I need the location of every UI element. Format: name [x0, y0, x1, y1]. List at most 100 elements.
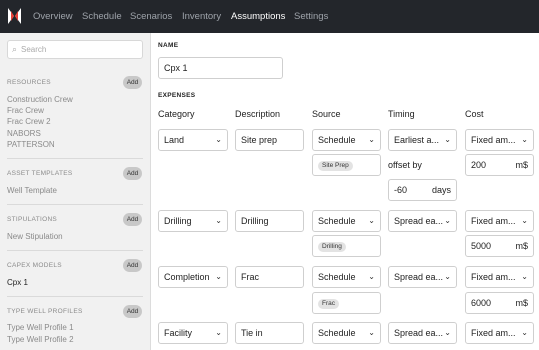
- top-nav-bar: Overview Schedule Scenarios Inventory As…: [0, 0, 539, 33]
- cost-type-select[interactable]: Fixed am... ⌄: [465, 322, 534, 344]
- section-title-capex-models: CAPEX MODELS: [7, 262, 62, 269]
- category-select[interactable]: Drilling ⌄: [158, 210, 228, 232]
- chevron-down-icon: ⌄: [368, 328, 375, 337]
- divider: [7, 158, 143, 159]
- sidebar-item-cpx-1[interactable]: Cpx 1: [7, 278, 28, 287]
- source-value: Schedule: [318, 272, 356, 282]
- category-value: Land: [164, 135, 185, 145]
- cost-input[interactable]: 200 m$: [465, 154, 534, 176]
- cost-type-value: Fixed am...: [471, 328, 516, 338]
- source-select[interactable]: Schedule ⌄: [312, 322, 381, 344]
- source-value: Schedule: [318, 328, 356, 338]
- section-title-resources: RESOURCES: [7, 79, 51, 86]
- sidebar-item-frac-crew[interactable]: Frac Crew: [7, 106, 44, 115]
- add-stipulation-button[interactable]: Add: [123, 213, 142, 226]
- schedule-tag-field[interactable]: Site Prep: [312, 154, 381, 176]
- expenses-label: EXPENSES: [158, 92, 196, 99]
- offset-unit: days: [431, 185, 451, 195]
- tab-assumptions[interactable]: Assumptions: [231, 11, 285, 22]
- name-input[interactable]: Cpx 1: [158, 57, 283, 79]
- sidebar-item-type-well-profile-2[interactable]: Type Well Profile 2: [7, 335, 74, 344]
- add-asset-template-button[interactable]: Add: [123, 167, 142, 180]
- add-resource-button[interactable]: Add: [123, 76, 142, 89]
- tab-inventory[interactable]: Inventory: [182, 11, 221, 22]
- cost-input[interactable]: 6000 m$: [465, 292, 534, 314]
- cost-value: 200: [471, 160, 487, 170]
- timing-value: Spread ea...: [394, 328, 444, 338]
- category-select[interactable]: Completion ⌄: [158, 266, 228, 288]
- source-select[interactable]: Schedule ⌄: [312, 210, 381, 232]
- schedule-tag-field[interactable]: Frac: [312, 292, 381, 314]
- section-title-type-well-profiles: TYPE WELL PROFILES: [7, 308, 83, 315]
- chevron-down-icon: ⌄: [444, 328, 451, 337]
- description-input[interactable]: Drilling: [235, 210, 304, 232]
- chevron-down-icon: ⌄: [521, 135, 528, 144]
- schedule-tag-chip[interactable]: Site Prep: [318, 161, 353, 171]
- timing-value: Earliest a...: [394, 135, 440, 145]
- column-header-description: Description: [235, 109, 281, 119]
- divider: [7, 296, 143, 297]
- description-input[interactable]: Frac: [235, 266, 304, 288]
- category-select[interactable]: Land ⌄: [158, 129, 228, 151]
- source-value: Schedule: [318, 135, 356, 145]
- cost-unit: m$: [515, 241, 528, 251]
- tab-schedule[interactable]: Schedule: [82, 11, 122, 22]
- source-select[interactable]: Schedule ⌄: [312, 266, 381, 288]
- cost-unit: m$: [515, 160, 528, 170]
- cost-input[interactable]: 5000 m$: [465, 235, 534, 257]
- timing-select[interactable]: Spread ea... ⌄: [388, 210, 457, 232]
- chevron-down-icon: ⌄: [368, 135, 375, 144]
- cost-type-value: Fixed am...: [471, 135, 516, 145]
- category-value: Drilling: [164, 216, 192, 226]
- add-capex-model-button[interactable]: Add: [123, 259, 142, 272]
- logo-icon[interactable]: [7, 6, 22, 26]
- sidebar-item-patterson[interactable]: PATTERSON: [7, 140, 55, 149]
- search-input[interactable]: [21, 42, 139, 57]
- cost-type-select[interactable]: Fixed am... ⌄: [465, 129, 534, 151]
- sidebar-item-construction-crew[interactable]: Construction Crew: [7, 95, 73, 104]
- timing-value: Spread ea...: [394, 216, 444, 226]
- timing-select[interactable]: Spread ea... ⌄: [388, 266, 457, 288]
- schedule-tag-chip[interactable]: Drilling: [318, 242, 346, 252]
- chevron-down-icon: ⌄: [215, 135, 222, 144]
- sidebar-item-type-well-profile-1[interactable]: Type Well Profile 1: [7, 323, 74, 332]
- source-value: Schedule: [318, 216, 356, 226]
- sidebar: ⌕ RESOURCES Add Construction Crew Frac C…: [0, 33, 151, 350]
- category-value: Facility: [164, 328, 193, 338]
- tab-settings[interactable]: Settings: [294, 11, 328, 22]
- schedule-tag-field[interactable]: Drilling: [312, 235, 381, 257]
- add-type-well-profile-button[interactable]: Add: [123, 305, 142, 318]
- cost-type-value: Fixed am...: [471, 216, 516, 226]
- cost-type-value: Fixed am...: [471, 272, 516, 282]
- description-input[interactable]: Site prep: [235, 129, 304, 151]
- chevron-down-icon: ⌄: [215, 328, 222, 337]
- category-value: Completion: [164, 272, 210, 282]
- column-header-category: Category: [158, 109, 195, 119]
- main-panel: NAME Cpx 1 EXPENSES Category Description…: [151, 33, 539, 350]
- timing-select[interactable]: Earliest a... ⌄: [388, 129, 457, 151]
- tab-overview[interactable]: Overview: [33, 11, 73, 22]
- chevron-down-icon: ⌄: [444, 135, 451, 144]
- sidebar-item-new-stipulation[interactable]: New Stipulation: [7, 232, 63, 241]
- cost-value: 6000: [471, 298, 492, 308]
- category-select[interactable]: Facility ⌄: [158, 322, 228, 344]
- schedule-tag-chip[interactable]: Frac: [318, 299, 339, 309]
- cost-type-select[interactable]: Fixed am... ⌄: [465, 266, 534, 288]
- column-header-cost: Cost: [465, 109, 484, 119]
- chevron-down-icon: ⌄: [215, 272, 222, 281]
- offset-label: offset by: [388, 160, 422, 170]
- sidebar-item-well-template[interactable]: Well Template: [7, 186, 57, 195]
- timing-select[interactable]: Spread ea... ⌄: [388, 322, 457, 344]
- offset-value: -60: [394, 185, 408, 195]
- source-select[interactable]: Schedule ⌄: [312, 129, 381, 151]
- sidebar-item-nabors[interactable]: NABORS: [7, 129, 41, 138]
- sidebar-item-frac-crew-2[interactable]: Frac Crew 2: [7, 117, 51, 126]
- divider: [7, 204, 143, 205]
- tab-scenarios[interactable]: Scenarios: [130, 11, 172, 22]
- search-box[interactable]: ⌕: [7, 40, 143, 59]
- cost-type-select[interactable]: Fixed am... ⌄: [465, 210, 534, 232]
- name-label: NAME: [158, 42, 179, 49]
- chevron-down-icon: ⌄: [521, 216, 528, 225]
- offset-input[interactable]: -60 days: [388, 179, 457, 201]
- description-input[interactable]: Tie in: [235, 322, 304, 344]
